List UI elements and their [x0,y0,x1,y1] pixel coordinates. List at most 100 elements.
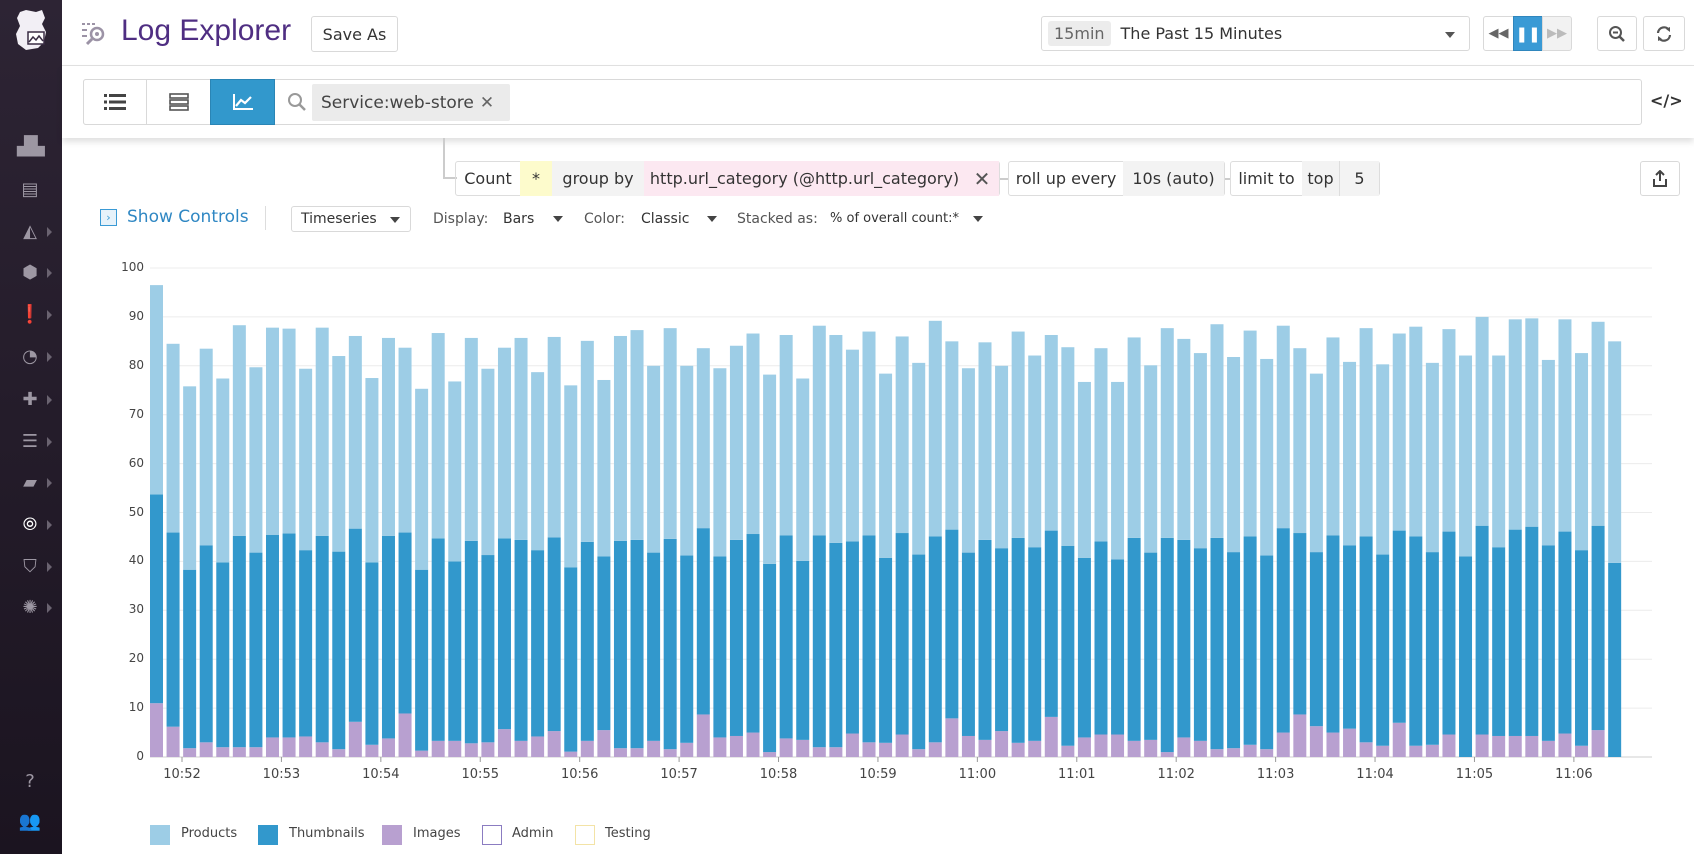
legend-swatch-products[interactable] [150,825,170,845]
bar-thumbnails[interactable] [1161,538,1174,752]
bar-images[interactable] [1525,736,1538,757]
bar-thumbnails[interactable] [1111,559,1124,734]
bar-images[interactable] [631,748,644,757]
bar-products[interactable] [1061,347,1074,546]
bar-products[interactable] [448,381,461,561]
bar-products[interactable] [365,378,378,562]
bar-thumbnails[interactable] [896,533,909,734]
bar-thumbnails[interactable] [1061,546,1074,746]
bar-thumbnails[interactable] [1442,532,1455,735]
bar-images[interactable] [1012,743,1025,757]
bar-images[interactable] [1360,742,1373,757]
bar-images[interactable] [1426,745,1439,757]
bar-thumbnails[interactable] [1542,545,1555,741]
bar-products[interactable] [1509,319,1522,529]
bar-thumbnails[interactable] [747,534,760,733]
bar-products[interactable] [1128,337,1141,537]
bar-thumbnails[interactable] [283,534,296,738]
bar-thumbnails[interactable] [1343,545,1356,728]
bar-images[interactable] [896,735,909,757]
bar-products[interactable] [846,350,859,542]
bar-thumbnails[interactable] [631,540,644,748]
bar-products[interactable] [150,285,163,494]
bar-thumbnails[interactable] [1525,527,1538,736]
bar-products[interactable] [1161,328,1174,538]
bar-thumbnails[interactable] [1277,528,1290,732]
bar-images[interactable] [1227,748,1240,757]
bar-thumbnails[interactable] [564,567,577,751]
bar-images[interactable] [531,736,544,757]
bar-images[interactable] [1293,714,1306,757]
bar-products[interactable] [283,329,296,534]
bar-images[interactable] [929,742,942,757]
bar-thumbnails[interactable] [614,541,627,748]
bar-thumbnails[interactable] [1194,548,1207,741]
bar-products[interactable] [1194,353,1207,548]
bar-images[interactable] [1111,735,1124,757]
bar-thumbnails[interactable] [432,538,445,740]
bar-products[interactable] [249,367,262,552]
bar-images[interactable] [249,747,262,757]
bar-thumbnails[interactable] [299,550,312,736]
bar-images[interactable] [614,748,627,757]
bar-thumbnails[interactable] [962,553,975,736]
bar-thumbnails[interactable] [995,548,1008,731]
bar-images[interactable] [316,742,329,757]
bar-images[interactable] [1592,730,1605,757]
bar-thumbnails[interactable] [249,553,262,748]
bar-products[interactable] [1492,356,1505,548]
bar-products[interactable] [829,335,842,543]
bar-images[interactable] [780,738,793,757]
bar-thumbnails[interactable] [664,539,677,749]
legend-swatch-thumbnails[interactable] [258,825,278,845]
bar-images[interactable] [299,736,312,757]
bar-thumbnails[interactable] [1509,530,1522,736]
bar-products[interactable] [1111,382,1124,560]
bar-images[interactable] [979,740,992,757]
bar-products[interactable] [1409,327,1422,537]
bar-images[interactable] [581,741,594,757]
bar-images[interactable] [498,729,511,757]
bar-images[interactable] [465,743,478,757]
bar-thumbnails[interactable] [863,535,876,742]
bar-thumbnails[interactable] [1078,558,1091,737]
bar-thumbnails[interactable] [167,533,180,727]
legend-label-admin[interactable]: Admin [512,826,553,841]
bar-products[interactable] [647,366,660,553]
bar-images[interactable] [1376,746,1389,757]
legend-swatch-admin[interactable] [482,825,502,845]
bar-products[interactable] [515,338,528,540]
bar-images[interactable] [1210,749,1223,757]
bar-images[interactable] [1310,726,1323,757]
legend-label-images[interactable]: Images [413,826,461,841]
bar-thumbnails[interactable] [1244,536,1257,744]
bar-thumbnails[interactable] [1476,526,1489,735]
bar-products[interactable] [995,366,1008,548]
bar-images[interactable] [796,740,809,757]
bar-products[interactable] [1376,364,1389,554]
bar-images[interactable] [1476,735,1489,757]
bar-products[interactable] [548,337,561,537]
bar-images[interactable] [399,713,412,757]
bar-products[interactable] [863,332,876,536]
bar-products[interactable] [929,321,942,537]
bar-thumbnails[interactable] [548,537,561,731]
bar-images[interactable] [548,731,561,757]
bar-images[interactable] [1078,737,1091,757]
bar-products[interactable] [432,333,445,538]
bar-thumbnails[interactable] [1326,535,1339,732]
bar-images[interactable] [365,745,378,757]
bar-thumbnails[interactable] [829,543,842,747]
bar-products[interactable] [631,330,644,540]
bar-products[interactable] [962,368,975,552]
bar-thumbnails[interactable] [697,528,710,714]
bar-products[interactable] [1078,382,1091,558]
bar-thumbnails[interactable] [1592,526,1605,730]
bar-products[interactable] [200,349,213,546]
bar-products[interactable] [1608,341,1621,563]
bar-products[interactable] [912,363,925,555]
bar-products[interactable] [1177,339,1190,540]
bar-images[interactable] [697,714,710,757]
bar-products[interactable] [1144,365,1157,552]
bar-thumbnails[interactable] [332,552,345,750]
